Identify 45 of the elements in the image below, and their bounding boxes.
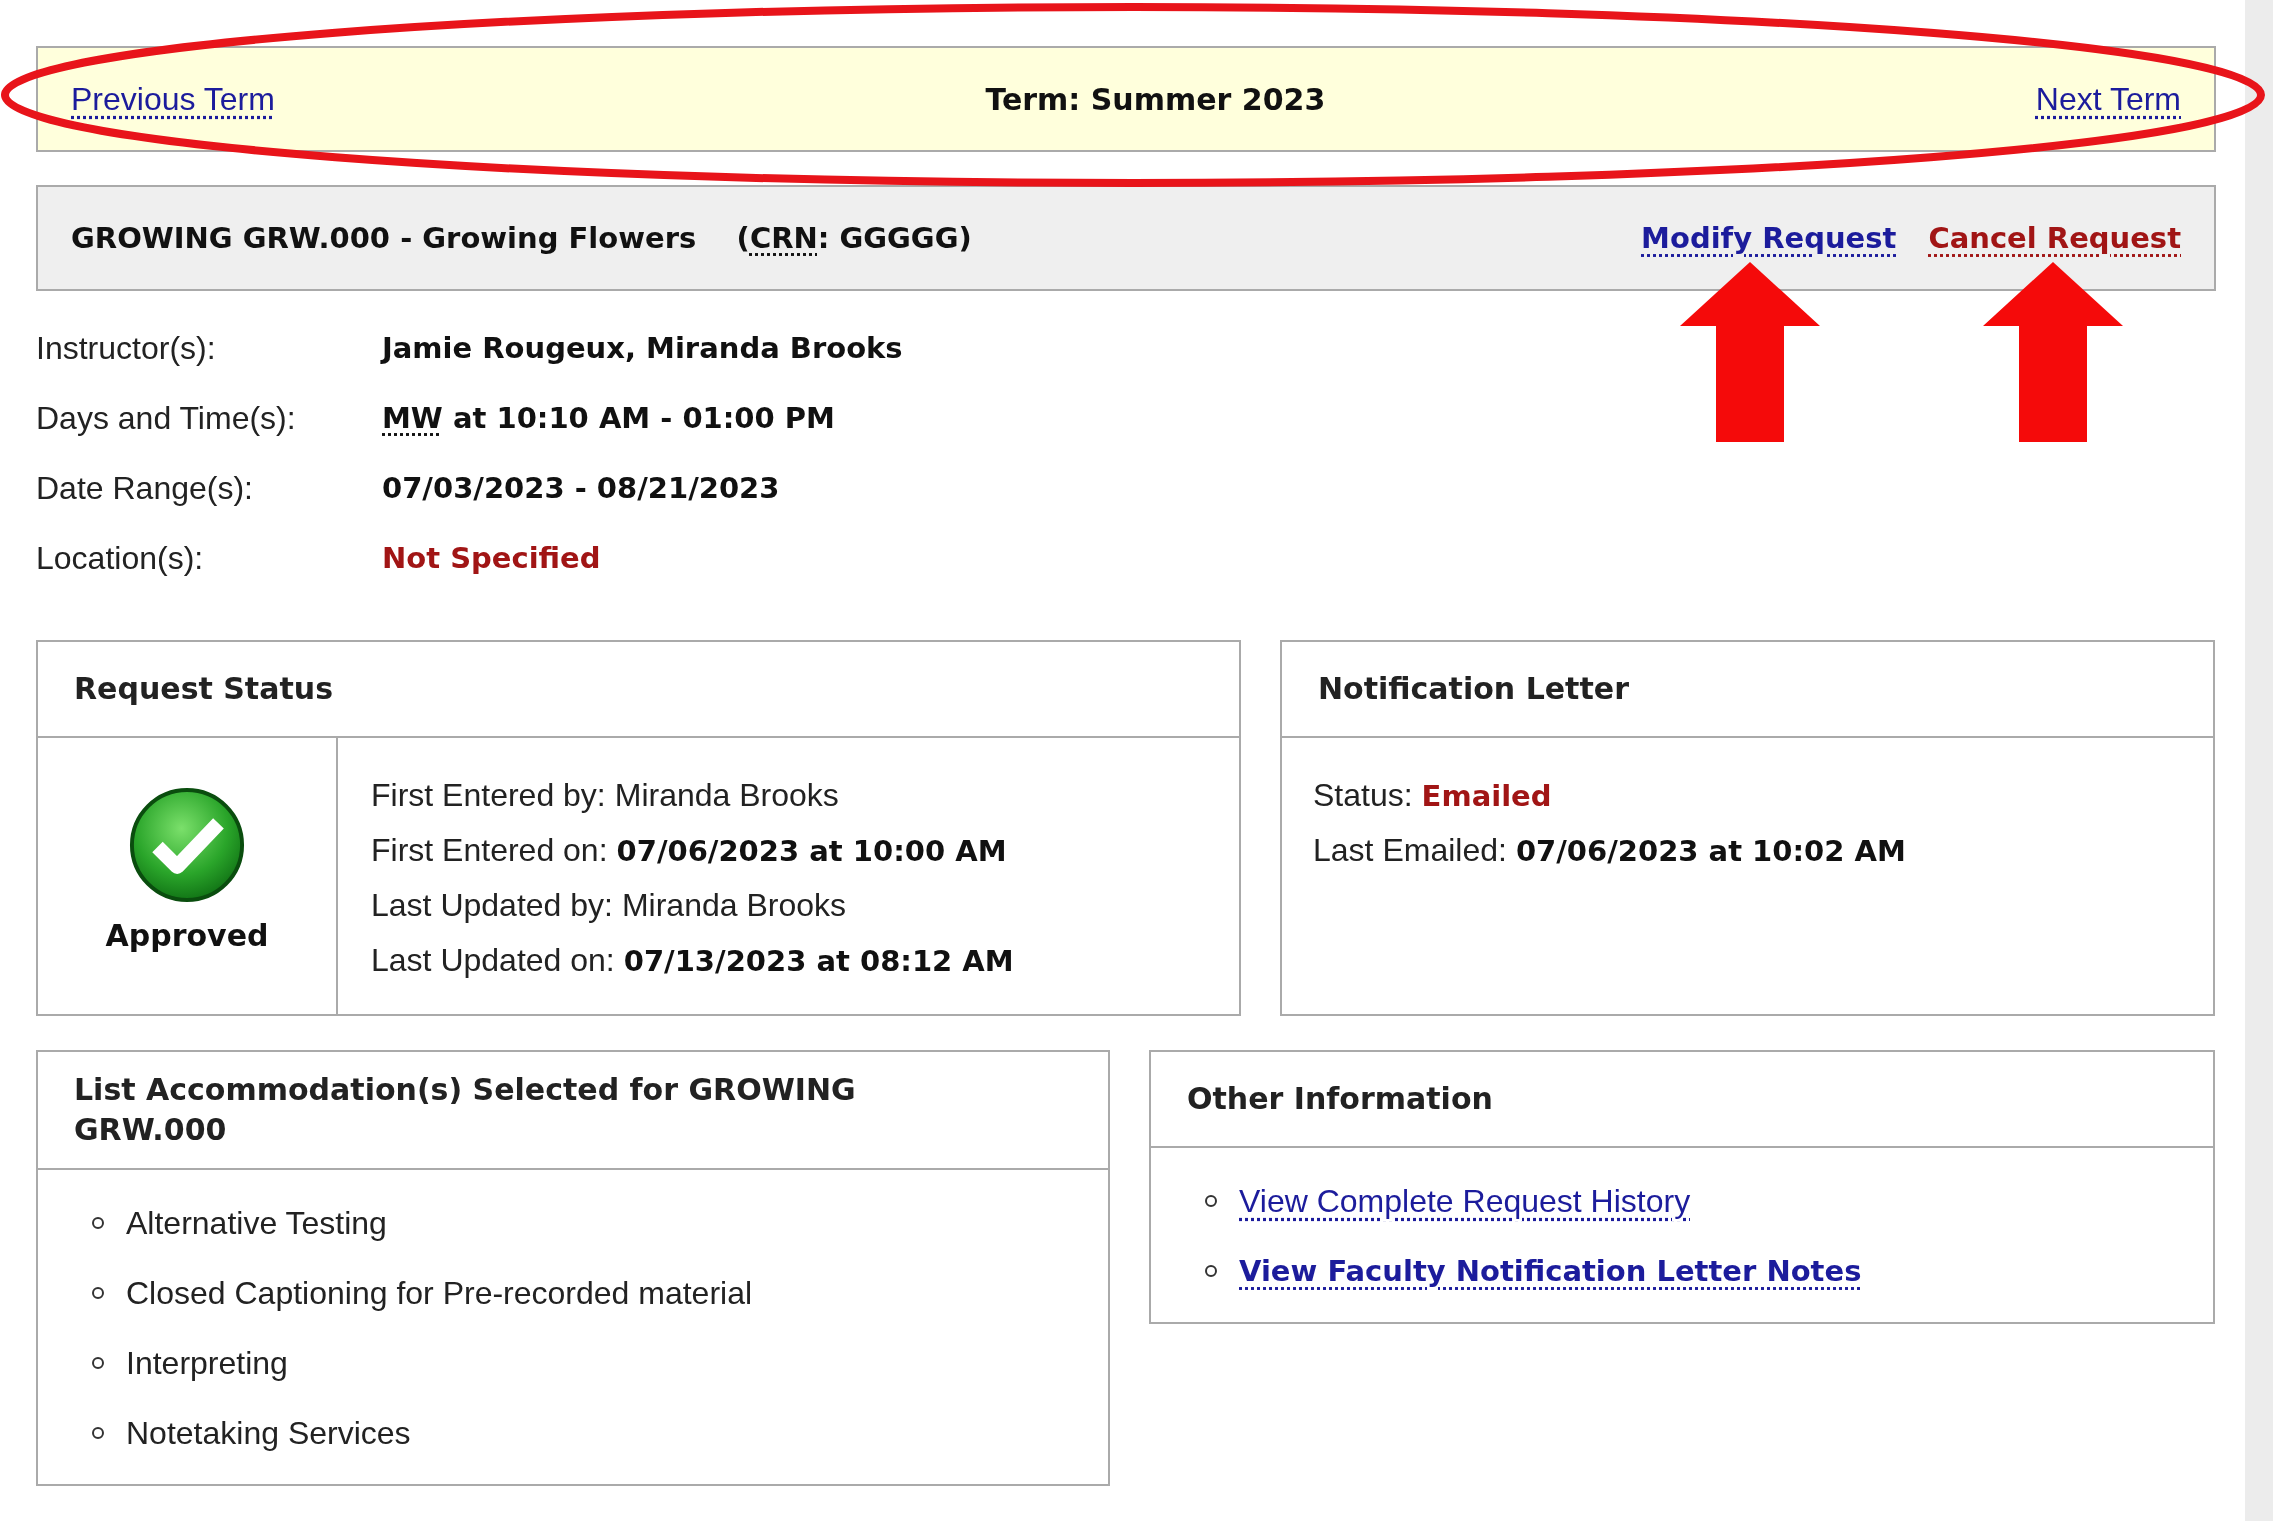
panel-title: Notification Letter (1318, 671, 1629, 706)
info-label: Last Updated on: (371, 942, 615, 979)
panel-title: Other Information (1187, 1081, 1493, 1116)
detail-value: MW at 10:10 AM - 01:00 PM (382, 401, 835, 435)
info-value: 07/06/2023 at 10:00 AM (616, 833, 1007, 868)
info-link[interactable]: View Faculty Notification Letter Notes (1239, 1254, 1862, 1288)
info-value: Miranda Brooks (621, 887, 847, 924)
info-value: 07/06/2023 at 10:02 AM (1515, 833, 1906, 868)
course-title: GROWING GRW.000 - Growing Flowers (CRN: GGGGG) (71, 221, 972, 255)
bullet-icon (92, 1287, 104, 1299)
bullet-icon (92, 1427, 104, 1439)
previous-term-link[interactable]: Previous Term (71, 80, 275, 118)
info-label: Last Updated by: (371, 887, 613, 924)
bullet-icon (1205, 1195, 1217, 1207)
checkmark-icon (128, 786, 246, 904)
detail-value: 07/03/2023 - 08/21/2023 (382, 471, 780, 505)
detail-label: Date Range(s): (36, 469, 254, 507)
accommodation-item: Notetaking Services (126, 1414, 411, 1452)
info-value: Miranda Brooks (614, 777, 839, 814)
accommodation-item: Alternative Testing (126, 1204, 387, 1242)
detail-label: Location(s): (36, 539, 205, 577)
term-title: Term: Summer 2023 (985, 81, 1326, 117)
modify-request-link[interactable]: Modify Request (1641, 221, 1897, 255)
detail-label: Days and Time(s): (36, 399, 297, 437)
next-term-link[interactable]: Next Term (2035, 80, 2181, 118)
info-label: First Entered on: (371, 832, 608, 869)
info-label: Last Emailed: (1313, 832, 1507, 869)
scrollbar[interactable] (2245, 0, 2273, 1521)
accommodation-item: Closed Captioning for Pre-recorded material (126, 1274, 753, 1312)
detail-value: Not Specified (382, 541, 601, 575)
bullet-icon (92, 1217, 104, 1229)
bullet-icon (1205, 1265, 1217, 1277)
info-value: Emailed (1421, 778, 1552, 813)
info-link[interactable]: View Complete Request History (1239, 1182, 1691, 1220)
info-label: Status: (1313, 777, 1413, 814)
panel-title: List Accommodation(s) Selected for GROWING GRW.000 (74, 1071, 857, 1149)
cancel-request-link[interactable]: Cancel Request (1928, 221, 2181, 255)
status-label: Approved (105, 918, 269, 953)
info-label: First Entered by: (371, 777, 606, 814)
detail-value: Jamie Rougeux, Miranda Brooks (382, 331, 903, 365)
panel-title: Request Status (74, 671, 333, 706)
accommodation-item: Interpreting (126, 1344, 288, 1382)
detail-label: Instructor(s): (36, 329, 217, 367)
bullet-icon (92, 1357, 104, 1369)
info-value: 07/13/2023 at 08:12 AM (623, 943, 1014, 978)
